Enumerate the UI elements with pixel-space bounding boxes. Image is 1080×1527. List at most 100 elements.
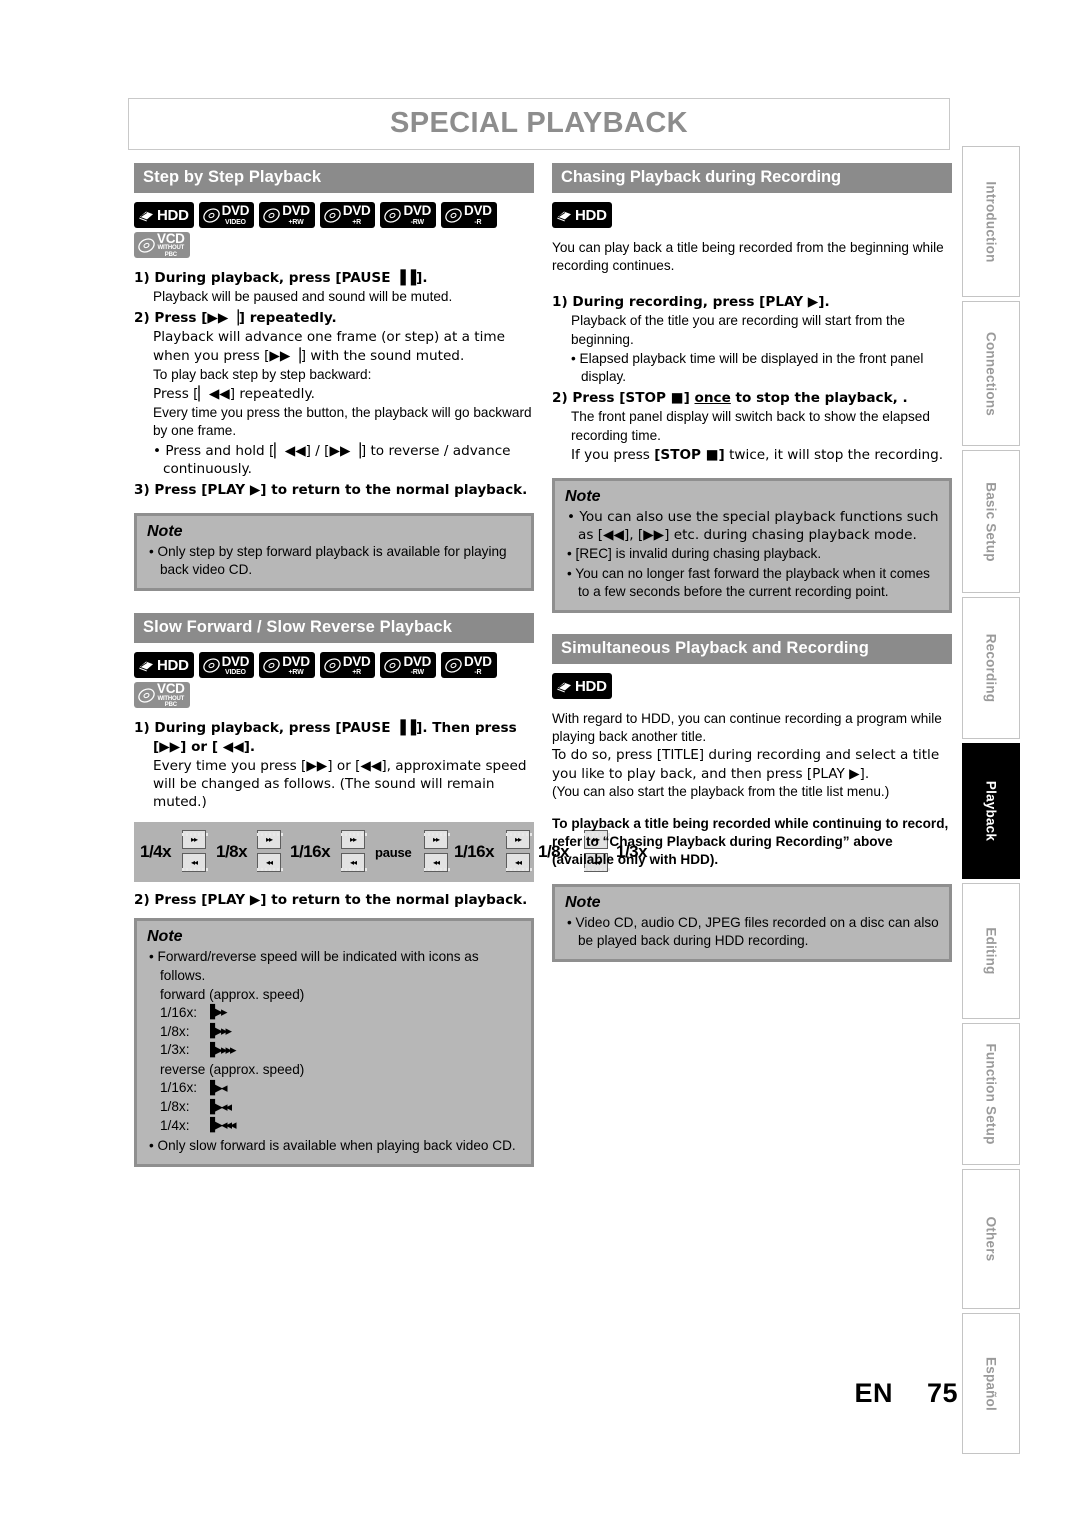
page-title: SPECIAL PLAYBACK xyxy=(389,106,689,139)
simultaneous-para-3: (You can also start the playback from th… xyxy=(552,783,890,799)
media-badge-dvd-plus-rw: DVD +RW xyxy=(259,652,315,679)
dvd-disc-icon xyxy=(202,656,221,675)
media-badge-dvd-video: DVD VIDEO xyxy=(198,652,255,679)
steps-slow-playback: 1) During playback, press [PAUSE ▐▐]. Th… xyxy=(134,719,534,811)
dvd-disc-icon xyxy=(444,656,463,675)
note-box-chasing: Note • You can also use the special play… xyxy=(552,477,952,613)
media-badge-label: HDD xyxy=(157,658,189,673)
chapter-tab-sidebar: Introduction Connections Basic Setup Rec… xyxy=(962,146,1020,1458)
sidebar-tab-others[interactable]: Others xyxy=(962,1169,1020,1309)
sidebar-tab-editing[interactable]: Editing xyxy=(962,883,1020,1019)
note-box-step-by-step: Note • Only step by step forward playbac… xyxy=(134,513,534,592)
speed-button-pair: ▸▸ ◂◂ xyxy=(341,830,367,874)
step-1-heading: 1) During playback, press [PAUSE ▐▐]. Th… xyxy=(134,720,517,755)
media-badge-group-step-by-step: HDD DVD VIDEO DVD +RW DVD +R DVD -RW DVD… xyxy=(134,202,544,228)
speed-key: 1/16x: xyxy=(160,1004,198,1020)
media-badge-dvd-minus-rw: DVD -RW xyxy=(380,202,437,228)
media-badge-label: VCD WITHOUT PBC xyxy=(157,682,185,708)
slow-reverse-1-8x-icon: ▐▶◂◂ xyxy=(205,1099,232,1115)
media-badge-sub: +R xyxy=(352,669,361,677)
media-badge-main: DVD xyxy=(221,653,250,669)
speed-label: 1/16x xyxy=(454,842,495,862)
sidebar-tab-label: Introduction xyxy=(983,180,999,263)
simultaneous-para-1: With regard to HDD, you can continue rec… xyxy=(552,711,942,745)
left-column: Step by Step Playback HDD DVD VIDEO DVD … xyxy=(134,163,648,1167)
media-badge-dvd-plus-rw: DVD +RW xyxy=(259,202,315,228)
slow-reverse-1-4x-icon: ▐▶◂◂◂ xyxy=(205,1118,237,1134)
speed-label: 1/16x xyxy=(290,842,331,862)
speed-icon-row: 1/3x: ▐▶▸▸▸ xyxy=(147,1041,521,1060)
media-badge-label: DVD +RW xyxy=(282,204,310,226)
step-2-body-2: To play back step by step backward: xyxy=(153,366,372,382)
media-badge-label: HDD xyxy=(157,208,189,223)
media-badge-label: HDD xyxy=(575,679,607,694)
note-title: Note xyxy=(565,893,601,911)
media-badge-label: DVD VIDEO xyxy=(222,655,250,677)
step-2-heading: 2) Press [PLAY ▶] to return to the norma… xyxy=(134,892,528,909)
note-title: Note xyxy=(565,487,601,505)
dvd-disc-icon xyxy=(383,656,402,675)
sidebar-tab-label: Function Setup xyxy=(983,1043,999,1145)
section-header-slow-forward-slow-reverse-playback: Slow Forward / Slow Reverse Playback xyxy=(134,613,534,644)
right-column: Chasing Playback during Recording HDD Yo… xyxy=(552,163,952,963)
sidebar-tab-introduction[interactable]: Introduction xyxy=(962,146,1020,297)
media-badge-label: DVD -RW xyxy=(403,655,431,677)
step-2-body-1: The front panel display will switch back… xyxy=(571,409,930,443)
hdd-icon xyxy=(137,206,156,225)
sidebar-tab-function-setup[interactable]: Function Setup xyxy=(962,1023,1020,1165)
speed-icon-row: 1/8x: ▐▶▸▸ xyxy=(147,1023,521,1042)
media-badge-main: VCD xyxy=(157,230,185,246)
hdd-icon xyxy=(137,656,156,675)
simultaneous-body: With regard to HDD, you can continue rec… xyxy=(552,710,952,870)
note-box-simultaneous: Note • Video CD, audio CD, JPEG files re… xyxy=(552,883,952,963)
speed-label: 1/4x xyxy=(140,842,172,862)
sidebar-tab-basic-setup[interactable]: Basic Setup xyxy=(962,450,1020,593)
step-2-bullet: • Press and hold [▏◀◀] / [▶▶▕] to revers… xyxy=(153,442,511,477)
media-badge-main: DVD xyxy=(464,653,492,669)
note-box-slow-playback: Note • Forward/reverse speed will be ind… xyxy=(134,918,534,1167)
step-2-body-2c: twice, it will stop the recording. xyxy=(724,446,944,463)
step-2-body-3: Press [▏◀◀] repeatedly. xyxy=(153,385,315,402)
media-badge-main: DVD xyxy=(282,203,310,219)
media-badge-main: HDD xyxy=(575,677,607,695)
speed-icon-row: 1/16x: ▐▶▸ xyxy=(147,1004,521,1023)
media-badge-main: DVD xyxy=(464,203,492,219)
media-badge-main: DVD xyxy=(221,203,250,219)
media-badge-label: DVD +R xyxy=(343,655,371,677)
media-badge-sub: VIDEO xyxy=(225,669,246,677)
sidebar-tab-label: Connections xyxy=(983,331,999,416)
speed-icon-row: 1/4x: ▐▶◂◂◂ xyxy=(147,1117,521,1136)
speed-key: 1/8x: xyxy=(160,1023,190,1039)
sidebar-tab-label: Others xyxy=(983,1216,999,1262)
dvd-disc-icon xyxy=(262,206,281,225)
dvd-disc-icon xyxy=(444,206,463,225)
note-title: Note xyxy=(147,523,183,541)
dvd-disc-icon xyxy=(383,206,402,225)
media-badge-group-simultaneous: HDD xyxy=(552,673,962,699)
sidebar-tab-recording[interactable]: Recording xyxy=(962,597,1020,739)
media-badge-group-vcd-2: VCD WITHOUT PBC xyxy=(134,682,544,709)
slow-forward-1-3x-icon: ▐▶▸▸▸ xyxy=(205,1042,237,1058)
sidebar-tab-espanol[interactable]: Español xyxy=(962,1313,1020,1454)
speed-icon-row: 1/8x: ▐▶◂◂ xyxy=(147,1098,521,1117)
section-header-chasing-playback-during-recording: Chasing Playback during Recording xyxy=(552,163,952,193)
speed-button-pair: ▸▸ ◂◂ xyxy=(506,830,532,874)
sidebar-tab-label: Playback xyxy=(983,780,999,842)
step-2-body-2a: If you press xyxy=(571,446,655,463)
section-header-simultaneous-playback-and-recording: Simultaneous Playback and Recording xyxy=(552,634,952,664)
note-item: • Only step by step forward playback is … xyxy=(149,544,507,578)
speed-icon-row: 1/16x: ▐▶◂ xyxy=(147,1079,521,1098)
sidebar-tab-playback[interactable]: Playback xyxy=(962,743,1020,879)
speed-button-pair: ▸▸ ◂◂ xyxy=(257,830,283,874)
page-title-box: SPECIAL PLAYBACK xyxy=(128,98,950,150)
sidebar-tab-connections[interactable]: Connections xyxy=(962,301,1020,446)
dvd-disc-icon xyxy=(323,206,342,225)
media-badge-sub: -R xyxy=(474,218,482,226)
media-badge-main: VCD xyxy=(157,681,185,697)
media-badge-sub: VIDEO xyxy=(225,218,246,226)
media-badge-sub: -RW xyxy=(410,669,424,677)
media-badge-label: DVD -R xyxy=(464,655,492,677)
media-badge-sub2: PBC xyxy=(164,251,177,258)
simultaneous-para-2: To do so, press [TITLE] during recording… xyxy=(552,747,940,782)
footer-page-number: 75 xyxy=(926,1378,958,1408)
